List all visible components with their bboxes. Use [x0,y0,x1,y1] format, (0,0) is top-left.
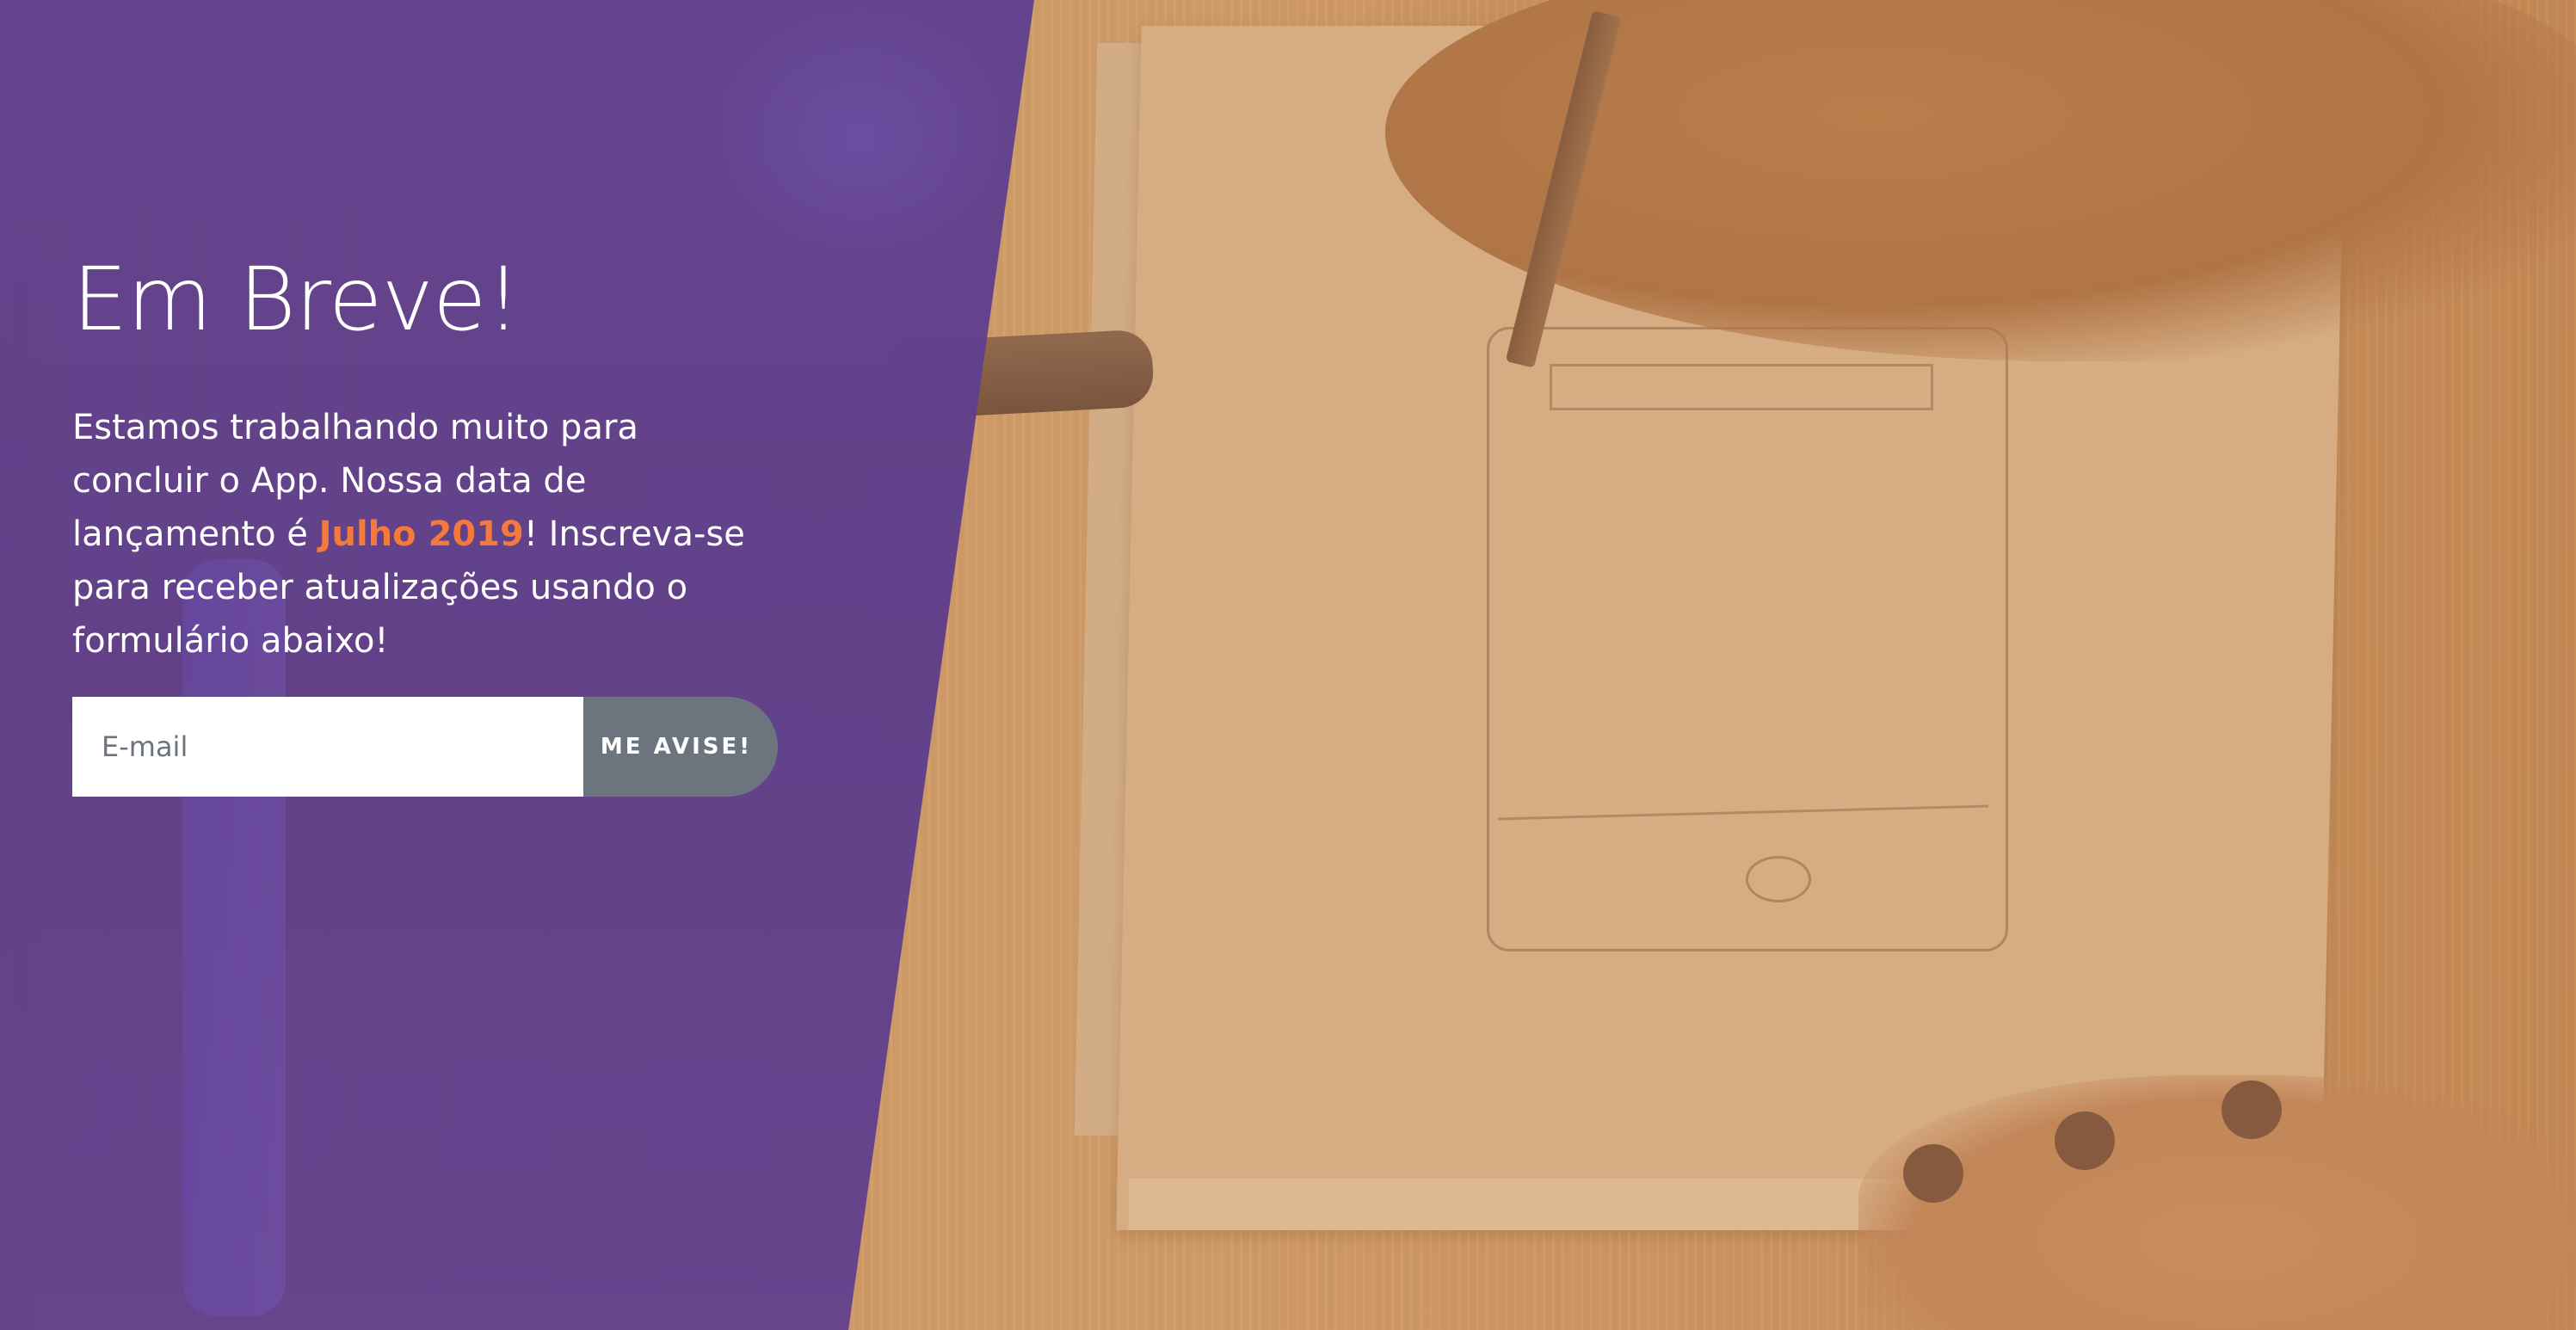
coming-soon-page: Em Breve! Estamos trabalhando muito para… [0,0,2576,1330]
email-input[interactable] [72,697,583,797]
page-title: Em Breve! [72,249,521,351]
signup-form: ME AVISE! [72,697,778,797]
notify-me-button[interactable]: ME AVISE! [583,697,778,797]
launch-date-highlight: Julho 2019 [318,514,524,554]
hero-description: Estamos trabalhando muito para concluir … [72,401,778,668]
background-pen-shape [182,559,286,1316]
